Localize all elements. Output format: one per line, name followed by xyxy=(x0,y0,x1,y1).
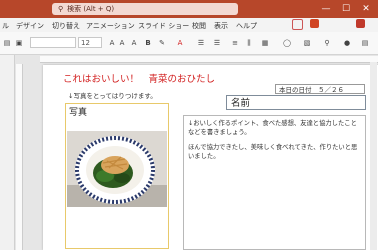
slide-canvas[interactable]: これはおいしい！ 青菜のおひたし 本日の日付 ５／２６ ↓写真をとってはりつけま… xyxy=(43,65,378,250)
paste-icon[interactable]: ▤ xyxy=(2,38,12,48)
align-icon[interactable]: ≡ xyxy=(230,38,240,48)
search-placeholder: 検索 (Alt + Q) xyxy=(67,5,115,13)
text-direction-icon[interactable]: ▦ xyxy=(260,38,270,48)
clear-format-icon[interactable]: A xyxy=(130,38,138,48)
shrink-font-icon[interactable]: A xyxy=(118,38,126,48)
record-icon[interactable] xyxy=(310,19,319,28)
bullets-icon[interactable]: ☰ xyxy=(196,38,206,48)
menu-item-transitions[interactable]: 切り替え xyxy=(52,21,80,31)
layout-icon[interactable]: ▣ xyxy=(14,38,24,48)
highlight-icon[interactable]: ✎ xyxy=(158,38,166,48)
font-size-select[interactable]: 12 xyxy=(78,37,102,48)
bold-icon[interactable]: B xyxy=(144,38,152,48)
search-box[interactable]: ⚲ 検索 (Alt + Q) xyxy=(52,3,238,15)
font-color-icon[interactable]: A xyxy=(176,38,184,48)
font-name-select[interactable] xyxy=(30,37,76,48)
vertical-ruler xyxy=(16,64,23,250)
textbox-paragraph: ほんで協力できたし、美味しく食べれてきた、作りたいと思いました。 xyxy=(188,144,358,160)
share-icon[interactable] xyxy=(356,19,365,28)
menu-item-design[interactable]: デザイン xyxy=(16,21,44,31)
close-button[interactable]: ✕ xyxy=(358,2,374,16)
vertical-scrollbar[interactable] xyxy=(370,62,377,250)
designer-icon[interactable]: ▤ xyxy=(360,38,370,48)
photo-instruction[interactable]: ↓写真をとってはりつけます。 xyxy=(68,90,157,100)
photo-placeholder[interactable]: 写真 xyxy=(65,103,169,249)
name-field[interactable]: 名前 xyxy=(226,95,366,110)
ribbon-toolbar: ▤ ▣ 12 A A A B ✎ A ☰ ☰ ≡ ⫼ ▦ ◯ ▧ ⚲ ● ▤ xyxy=(0,32,378,55)
maximize-button[interactable]: ☐ xyxy=(338,2,354,16)
menu-item-slideshow[interactable]: スライド ショー xyxy=(138,21,189,31)
numbering-icon[interactable]: ☰ xyxy=(212,38,222,48)
comment-textbox[interactable]: ↓おいしく作るポイント、食べた感想、友達と協力したことなどを書きましょう。 ほん… xyxy=(183,115,366,250)
horizontal-ruler xyxy=(40,56,378,63)
menu-item-help[interactable]: ヘルプ xyxy=(236,21,257,31)
date-box[interactable]: 本日の日付 ５／２６ xyxy=(275,84,365,94)
textbox-paragraph: ↓おいしく作るポイント、食べた感想、友達と協力したことなどを書きましょう。 xyxy=(188,120,357,136)
menu-item-view[interactable]: 表示 xyxy=(214,21,228,31)
menu-item-home[interactable]: ル xyxy=(2,21,9,31)
photo-label: 写真 xyxy=(69,108,88,118)
food-photo[interactable] xyxy=(67,131,167,207)
grow-font-icon[interactable]: A xyxy=(108,38,116,48)
slide-title[interactable]: これはおいしい！ 青菜のおひたし xyxy=(63,71,215,85)
menu-item-animations[interactable]: アニメーション xyxy=(86,21,135,31)
arrange-icon[interactable]: ▧ xyxy=(302,38,312,48)
menu-bar: ル デザイン 切り替え アニメーション スライド ショー 校閲 表示 ヘルプ xyxy=(0,18,378,32)
slide-thumbnail-pane[interactable] xyxy=(0,55,15,250)
dictate-icon[interactable]: ● xyxy=(342,38,352,48)
find-icon[interactable]: ⚲ xyxy=(322,38,332,48)
minimize-button[interactable]: — xyxy=(318,2,334,16)
comment-icon[interactable] xyxy=(292,19,303,30)
shapes-icon[interactable]: ◯ xyxy=(282,38,292,48)
title-bar: ⚲ 検索 (Alt + Q) — ☐ ✕ xyxy=(0,0,378,18)
search-icon: ⚲ xyxy=(58,5,64,13)
columns-icon[interactable]: ⫼ xyxy=(244,38,254,48)
menu-item-review[interactable]: 校閲 xyxy=(192,21,206,31)
